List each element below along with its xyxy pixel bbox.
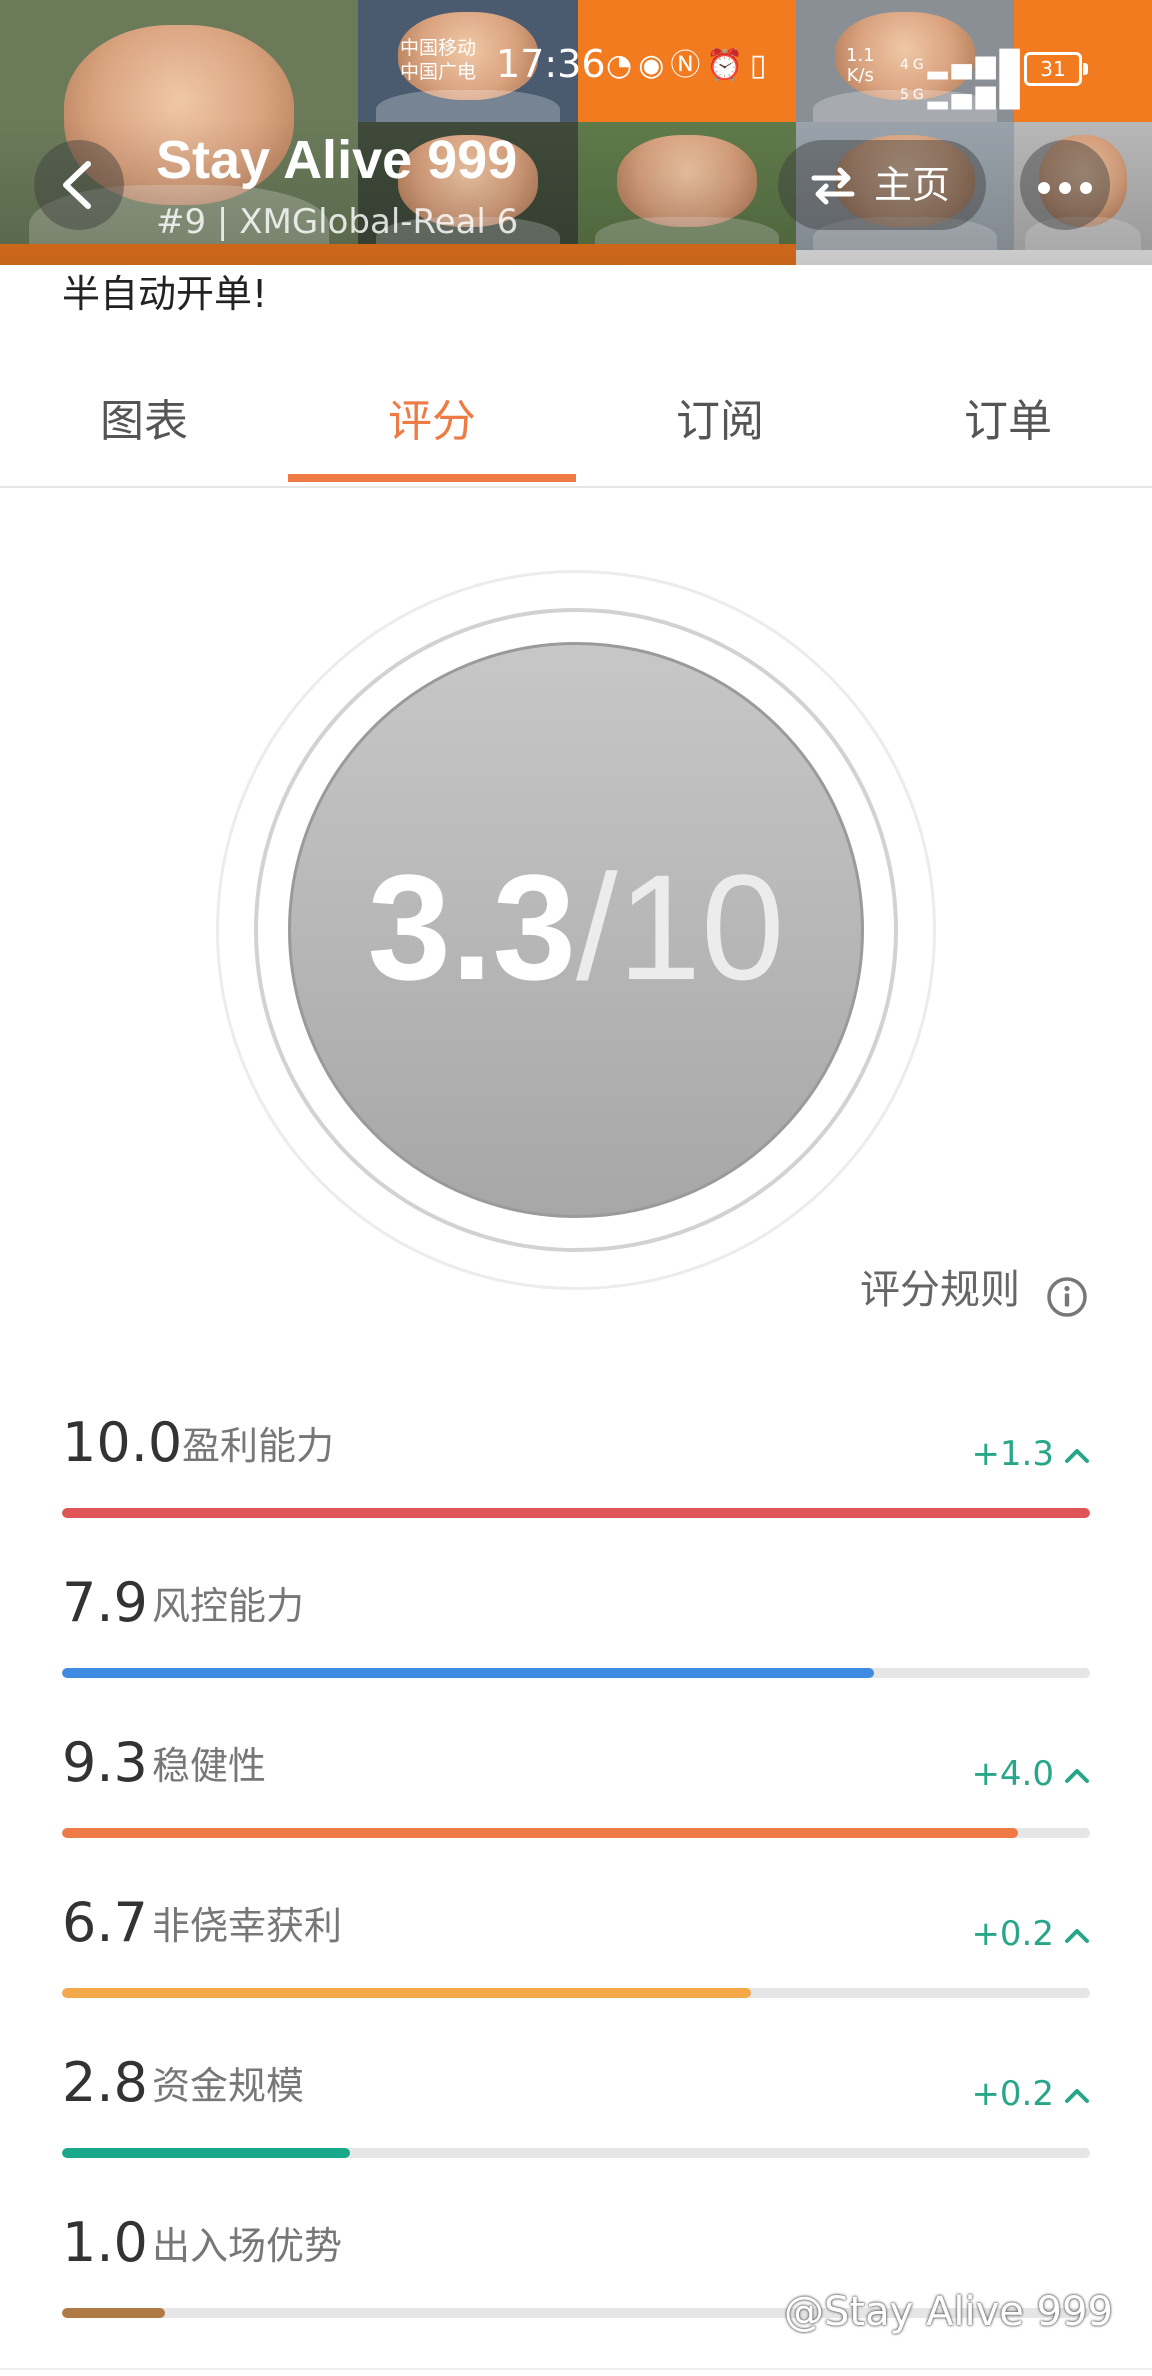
strategy-description: 半自动开单!: [62, 272, 268, 316]
score-value: 3.3: [367, 843, 576, 1011]
metric-progress-track: [62, 2148, 1090, 2158]
speedometer-icon: ◔: [606, 48, 639, 83]
more-options-button[interactable]: [1020, 140, 1110, 230]
status-carrier: 中国移动 中国广电: [400, 36, 476, 84]
rating-rules-link[interactable]: 评分规则: [860, 1262, 1020, 1318]
carrier-1: 中国移动: [400, 37, 477, 59]
nfc-icon: Ⓝ: [670, 48, 707, 83]
metric-delta-value: +0.2: [971, 1914, 1054, 1954]
metric-progress-track: [62, 1988, 1090, 1998]
tab-subscribe[interactable]: 订阅: [576, 360, 864, 484]
metric-label: 资金规模: [152, 2064, 305, 2108]
info-icon[interactable]: [1046, 1276, 1088, 1318]
metric-row: 9.3 稳健性 +4.0: [62, 1728, 1090, 1858]
metric-row: 7.9 风控能力: [62, 1568, 1090, 1698]
metric-delta: +0.2: [971, 1906, 1090, 1962]
carrier-2: 中国广电: [400, 61, 477, 83]
metric-delta-value: +1.3: [971, 1434, 1054, 1474]
tab-orders[interactable]: 订单: [864, 360, 1152, 484]
metric-progress-track: [62, 1828, 1090, 1838]
metric-label: 盈利能力: [182, 1424, 335, 1468]
metric-progress-track: [62, 1668, 1090, 1678]
overall-score: 3.3/10: [288, 842, 864, 1012]
metric-label: 非侥幸获利: [152, 1904, 343, 1948]
eye-icon: ◉: [638, 48, 671, 83]
score-separator: /: [575, 843, 618, 1011]
page-title: Stay Alive 999: [156, 130, 518, 190]
account-subtitle: #9 | XMGlobal-Real 6: [156, 202, 519, 242]
metric-label: 风控能力: [152, 1584, 305, 1628]
chevron-up-icon: [1065, 1768, 1089, 1783]
status-time: 17:36: [496, 42, 606, 86]
score-max: 10: [617, 843, 785, 1011]
chevron-up-icon: [1065, 1928, 1089, 1943]
signal-bars-icon: ▂▄▆█: [927, 80, 1024, 110]
metric-delta: +0.2: [971, 2066, 1090, 2122]
status-icons: ◔◉Ⓝ⏰▯: [606, 48, 772, 84]
back-button[interactable]: [34, 140, 124, 230]
signal-2-label: 5G: [900, 87, 928, 103]
metric-progress-fill: [62, 2148, 350, 2158]
metric-delta-value: +4.0: [971, 1754, 1054, 1794]
active-tab-indicator: [288, 474, 576, 482]
metric-progress-fill: [62, 1828, 1019, 1838]
metric-row: 10.0 盈利能力 +1.3: [62, 1408, 1090, 1538]
header-banner: 中国移动 中国广电 17:36 ◔◉Ⓝ⏰▯ 1.1 K/s 4G▂▄▆█ 5G▂…: [0, 0, 1152, 265]
metric-progress-fill: [62, 2308, 165, 2318]
watermark: @Stay Alive 999: [784, 2289, 1113, 2335]
home-button-label: 主页: [874, 163, 951, 207]
metric-label: 稳健性: [152, 1744, 267, 1788]
chevron-left-icon: [63, 161, 91, 209]
signal-1-label: 4G: [900, 57, 928, 73]
chevron-up-icon: [1065, 2088, 1089, 2103]
network-speed-value: 1.1: [846, 45, 875, 66]
metric-row: 2.8 资金规模 +0.2: [62, 2048, 1090, 2178]
metric-progress-track: [62, 1508, 1090, 1518]
battery-icon: 31: [1024, 52, 1088, 86]
metric-row: 6.7 非侥幸获利 +0.2: [62, 1888, 1090, 2018]
metric-delta: +4.0: [971, 1746, 1090, 1802]
metric-label: 出入场优势: [152, 2224, 343, 2268]
metric-progress-fill: [62, 1988, 751, 1998]
dot-icon: [1059, 182, 1071, 194]
tab-bar: 图表 评分 订阅 订单: [0, 360, 1152, 488]
tab-rating[interactable]: 评分: [288, 360, 576, 484]
metric-progress-fill: [62, 1668, 875, 1678]
network-speed-unit: K/s: [846, 65, 874, 86]
swap-icon: [811, 167, 855, 205]
metric-value: 1.0: [62, 2211, 148, 2274]
chevron-up-icon: [1065, 1448, 1089, 1463]
dot-icon: [1038, 182, 1050, 194]
metric-value: 10.0: [62, 1411, 183, 1474]
metric-value: 6.7: [62, 1891, 148, 1954]
signal-bars-icon: ▂▄▆█: [927, 50, 1024, 80]
metric-progress-fill: [62, 1508, 1090, 1518]
vibrate-icon: ▯: [749, 48, 773, 83]
metric-value: 9.3: [62, 1731, 148, 1794]
alarm-icon: ⏰: [706, 48, 750, 83]
bottom-divider: [0, 2368, 1152, 2370]
network-speed: 1.1 K/s: [846, 46, 875, 86]
metric-value: 7.9: [62, 1571, 148, 1634]
metric-delta: +1.3: [971, 1426, 1090, 1482]
metric-value: 2.8: [62, 2051, 148, 2114]
tab-chart[interactable]: 图表: [0, 360, 288, 484]
metric-delta-value: +0.2: [971, 2074, 1054, 2114]
dot-icon: [1080, 182, 1092, 194]
home-button[interactable]: 主页: [778, 140, 986, 230]
